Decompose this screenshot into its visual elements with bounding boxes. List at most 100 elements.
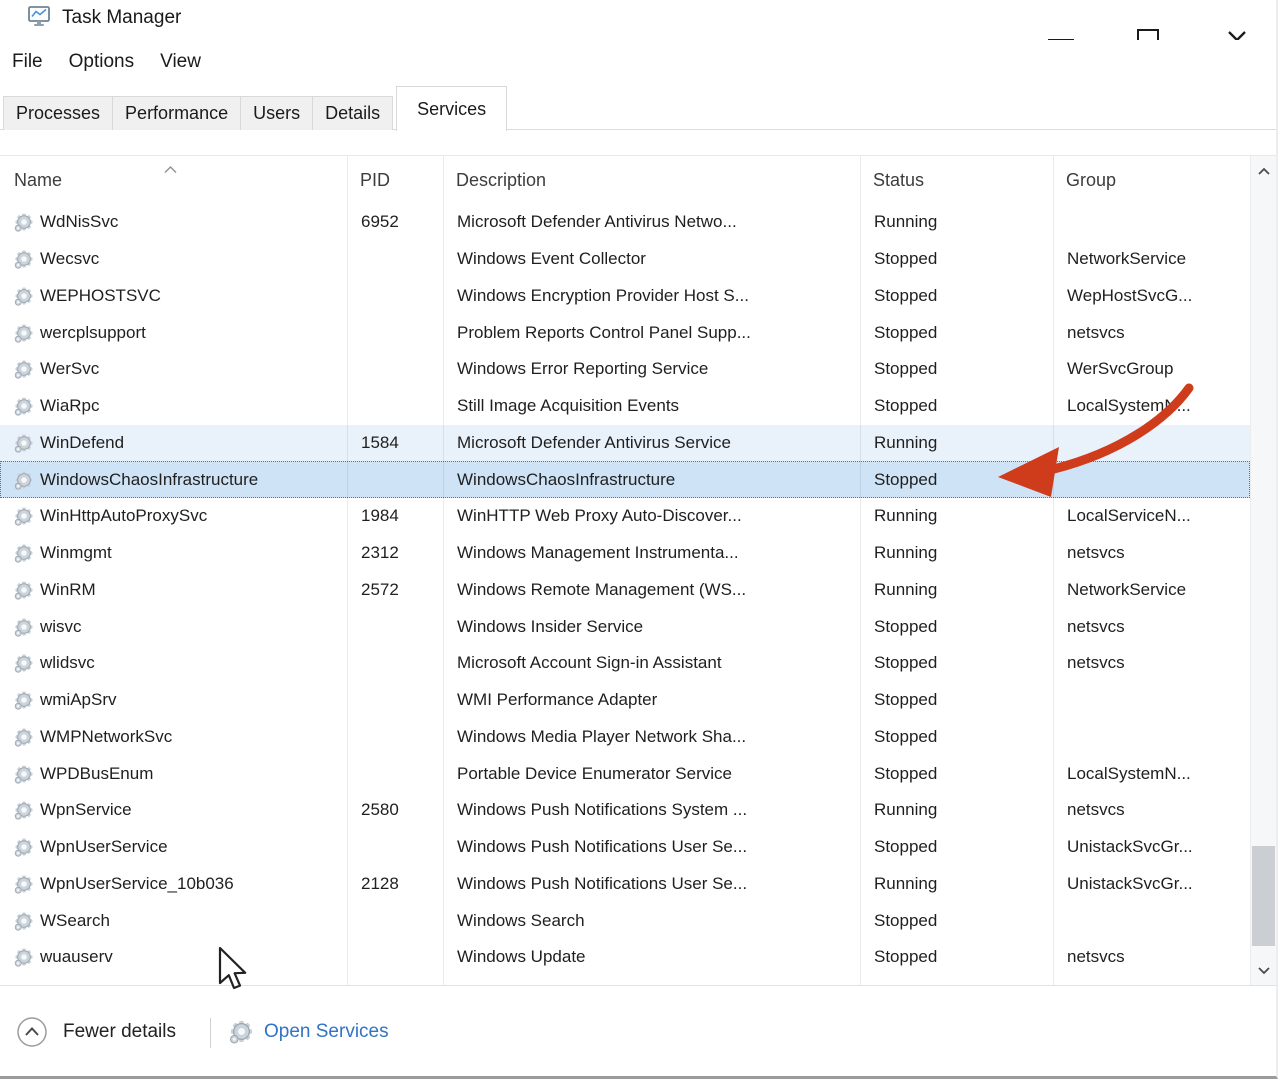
service-group: netsvcs: [1054, 800, 1249, 820]
service-pid: 1584: [348, 433, 444, 453]
service-row[interactable]: WinHttpAutoProxySvc1984WinHTTP Web Proxy…: [0, 498, 1250, 535]
vertical-scrollbar[interactable]: [1250, 156, 1276, 985]
service-row[interactable]: WiaRpc Still Image Acquisition EventsStop…: [0, 388, 1250, 425]
service-status: Running: [861, 874, 1054, 894]
scroll-down-button[interactable]: [1251, 955, 1276, 985]
window-title: Task Manager: [62, 7, 181, 29]
service-row[interactable]: wisvcWindows Insider ServiceStoppednetsv…: [0, 608, 1250, 645]
service-row[interactable]: WerSvcWindows Error Reporting ServiceSto…: [0, 351, 1250, 388]
service-row[interactable]: WinRM2572Windows Remote Management (WS..…: [0, 572, 1250, 609]
service-name: wuauserv: [1, 947, 348, 967]
service-description: Still Image Acquisition Events: [444, 396, 861, 416]
open-services-link[interactable]: Open Services: [229, 1019, 389, 1044]
service-gear-icon: [14, 249, 34, 269]
service-pid: 2580: [348, 800, 444, 820]
service-description: Problem Reports Control Panel Supp...: [444, 323, 861, 343]
service-row[interactable]: WindowsChaosInfrastructureWindowsChaosIn…: [0, 461, 1250, 498]
service-name: WpnService: [1, 800, 348, 820]
service-name: WPDBusEnum: [1, 764, 348, 784]
service-description: Portable Device Enumerator Service: [444, 764, 861, 784]
service-status: Stopped: [861, 947, 1054, 967]
scroll-up-button[interactable]: [1251, 156, 1276, 186]
service-status: Stopped: [861, 653, 1054, 673]
service-status: Stopped: [861, 249, 1054, 269]
column-header-description[interactable]: Description: [443, 170, 860, 191]
tab-services[interactable]: Services: [396, 86, 507, 131]
column-header-pid[interactable]: PID: [347, 170, 443, 191]
service-row[interactable]: wmiApSrv WMI Performance AdapterStopped: [0, 682, 1250, 719]
service-description: Windows Remote Management (WS...: [444, 580, 861, 600]
service-gear-icon: [14, 947, 34, 967]
service-name: WinDefend: [1, 433, 348, 453]
service-name: wmiApSrv: [1, 690, 348, 710]
service-status: Stopped: [861, 396, 1054, 416]
service-row[interactable]: wlidsvcMicrosoft Account Sign-in Assista…: [0, 645, 1250, 682]
service-status: Running: [861, 543, 1054, 563]
service-name: WiaRpc: [1, 396, 348, 416]
tab-performance[interactable]: Performance: [113, 96, 241, 130]
service-description: WinHTTP Web Proxy Auto-Discover...: [444, 506, 861, 526]
service-description: WMI Performance Adapter: [444, 690, 861, 710]
tab-processes[interactable]: Processes: [3, 96, 113, 130]
service-status: Running: [861, 800, 1054, 820]
service-row[interactable]: wercplsupport Problem Reports Control Pan…: [0, 314, 1250, 351]
service-pid: 2128: [348, 874, 444, 894]
fewer-details-button[interactable]: Fewer details: [16, 1016, 176, 1048]
menu-bar: File Options View: [0, 40, 1276, 84]
chevron-up-icon: [1257, 167, 1271, 176]
service-description: Windows Insider Service: [444, 617, 861, 637]
services-table: Name PID Description Status Group WdNisS…: [0, 155, 1276, 985]
service-row[interactable]: WMPNetworkSvcWindows Media Player Networ…: [0, 719, 1250, 756]
circle-chevron-up-icon: [16, 1016, 48, 1048]
service-name: WerSvc: [1, 359, 348, 379]
service-gear-icon: [14, 800, 34, 820]
task-manager-app-icon: [26, 3, 52, 34]
service-row[interactable]: WpnService2580Windows Push Notifications…: [0, 792, 1250, 829]
title-bar: Task Manager: [0, 0, 1276, 40]
tab-details[interactable]: Details: [313, 96, 393, 130]
service-row[interactable]: Winmgmt2312Windows Management Instrument…: [0, 535, 1250, 572]
service-description: Microsoft Defender Antivirus Service: [444, 433, 861, 453]
column-header-group[interactable]: Group: [1053, 170, 1250, 191]
service-gear-icon: [14, 543, 34, 563]
service-row[interactable]: WecsvcWindows Event CollectorStoppedNetw…: [0, 241, 1250, 278]
service-status: Stopped: [861, 911, 1054, 931]
service-description: Microsoft Defender Antivirus Netwo...: [444, 212, 861, 232]
service-row[interactable]: WSearchWindows SearchStopped: [0, 902, 1250, 939]
menu-view[interactable]: View: [160, 51, 201, 73]
service-row[interactable]: WEPHOSTSVCWindows Encryption Provider Ho…: [0, 278, 1250, 315]
service-description: Windows Update: [444, 947, 861, 967]
service-status: Stopped: [861, 690, 1054, 710]
fewer-details-label: Fewer details: [63, 1021, 176, 1043]
service-row[interactable]: WdNisSvc6952Microsoft Defender Antivirus…: [0, 204, 1250, 241]
service-gear-icon: [14, 837, 34, 857]
service-row[interactable]: WPDBusEnum Portable Device Enumerator Ser…: [0, 755, 1250, 792]
service-name: wercplsupport: [1, 323, 348, 343]
menu-file[interactable]: File: [12, 51, 43, 73]
service-description: Windows Encryption Provider Host S...: [444, 286, 861, 306]
service-status: Stopped: [861, 470, 1054, 490]
service-description: Windows Event Collector: [444, 249, 861, 269]
service-status: Stopped: [861, 727, 1054, 747]
tab-users[interactable]: Users: [241, 96, 313, 130]
service-row[interactable]: WpnUserServiceWindows Push Notifications…: [0, 829, 1250, 866]
service-name: WSearch: [1, 911, 348, 931]
service-row[interactable]: wuauserv Windows UpdateStoppednetsvcs: [0, 939, 1250, 976]
service-row[interactable]: WinDefend1584Microsoft Defender Antiviru…: [0, 425, 1250, 462]
service-group: LocalSystemN...: [1054, 396, 1249, 416]
footer-bar: Fewer details Open Services: [0, 985, 1276, 1076]
service-name: WMPNetworkSvc: [1, 727, 348, 747]
service-name: WpnUserService: [1, 837, 348, 857]
services-table-body: WdNisSvc6952Microsoft Defender Antivirus…: [0, 204, 1250, 985]
service-group: netsvcs: [1054, 947, 1249, 967]
open-services-label: Open Services: [264, 1021, 389, 1043]
service-row[interactable]: WpnUserService_10b0362128Windows Push No…: [0, 866, 1250, 903]
column-header-status[interactable]: Status: [860, 170, 1053, 191]
menu-options[interactable]: Options: [69, 51, 134, 73]
service-group: UnistackSvcGr...: [1054, 837, 1249, 857]
scrollbar-thumb[interactable]: [1252, 846, 1275, 946]
service-group: UnistackSvcGr...: [1054, 874, 1249, 894]
service-name: WinRM: [1, 580, 348, 600]
service-status: Running: [861, 580, 1054, 600]
service-gear-icon: [14, 506, 34, 526]
